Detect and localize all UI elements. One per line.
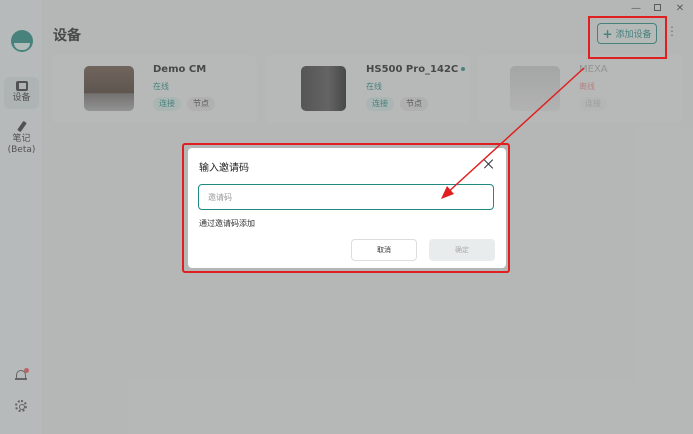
app-window: 设备 笔记 (Beta) — ✕ 设备 + 添加设备 · · · Demo CM 在… (0, 0, 693, 434)
dialog-highlight-frame (182, 143, 510, 273)
add-button-highlight-frame (588, 16, 667, 59)
